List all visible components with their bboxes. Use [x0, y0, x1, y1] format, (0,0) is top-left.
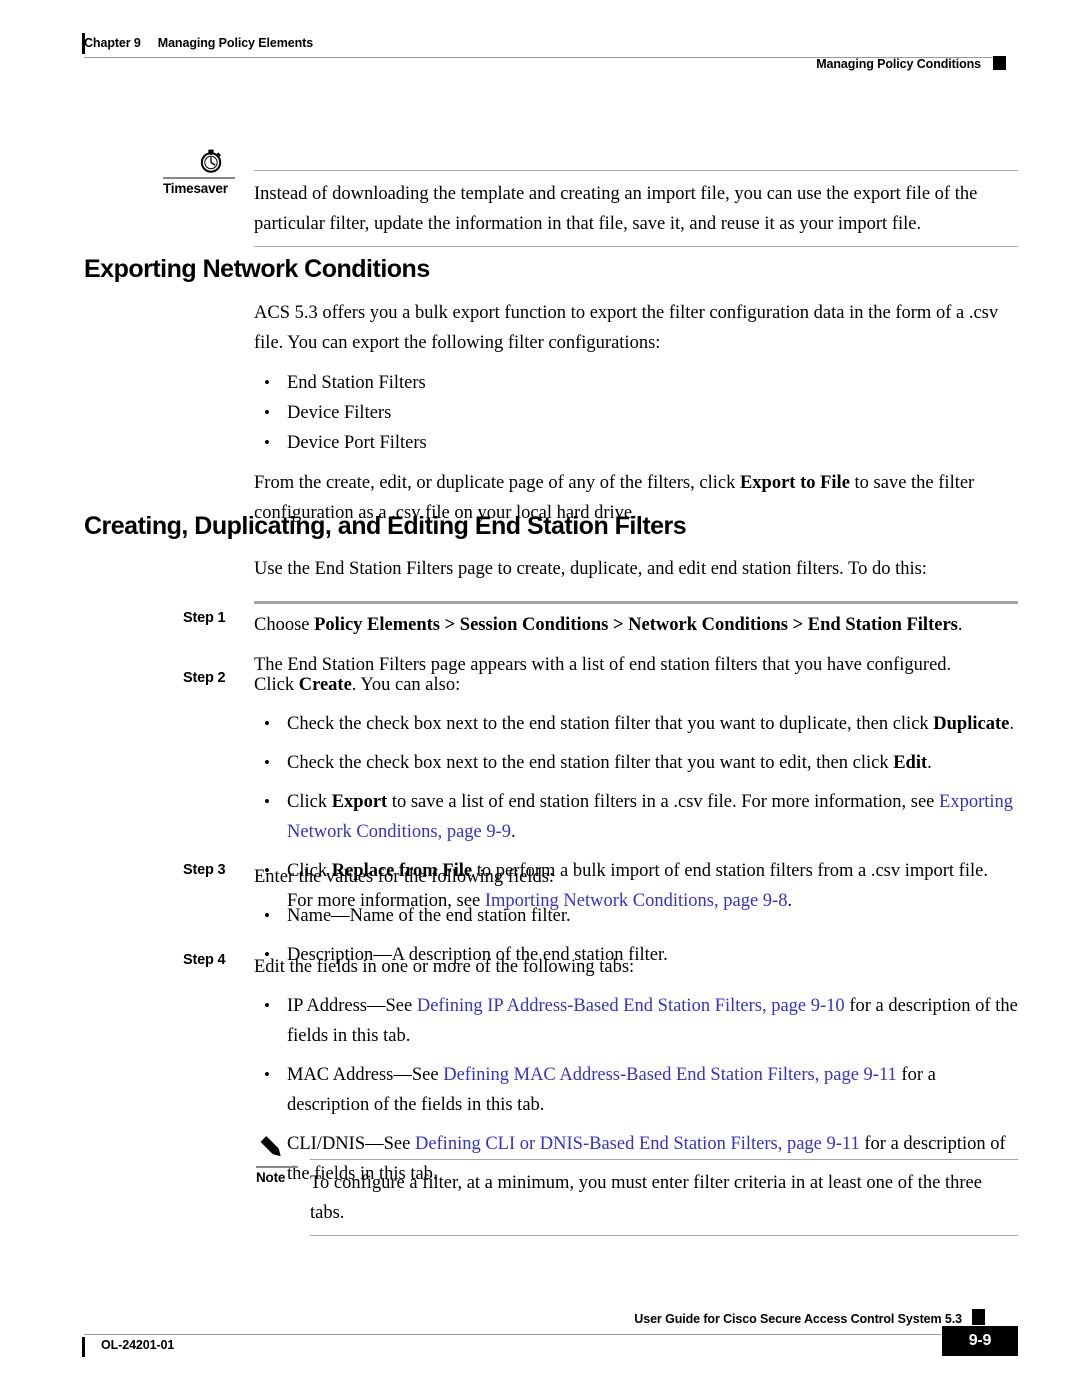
- step-label-3: Step 3: [183, 862, 226, 878]
- export-to-file-label: Export to File: [739, 473, 850, 493]
- header-chapter-title: Managing Policy Elements: [157, 36, 314, 50]
- footer-doc-id: OL-24201-01: [101, 1338, 175, 1352]
- footer-guide-title: User Guide for Cisco Secure Access Contr…: [634, 1312, 962, 1326]
- note-text: To configure a filter, at a minimum, you…: [310, 1159, 1018, 1236]
- header-chapter-number: Chapter 9: [84, 36, 141, 50]
- step-text-1: Choose Policy Elements > Session Conditi…: [254, 610, 1018, 640]
- edit-button-label: Edit: [893, 753, 928, 773]
- steps-top-rule: [254, 601, 1018, 604]
- note-admonition: Note To configure a filter, at a minimum…: [0, 1134, 1080, 1236]
- list-item: Click Export to save a list of end stati…: [254, 787, 1018, 847]
- section1-intro: ACS 5.3 offers you a bulk export functio…: [254, 303, 999, 353]
- note-body: To configure a filter, at a minimum, you…: [310, 1159, 1018, 1236]
- s4b1-pre: IP Address—See: [287, 996, 417, 1016]
- list-item: Device Port Filters: [254, 428, 1018, 458]
- s4b2-pre: MAC Address—See: [287, 1065, 444, 1085]
- section1-closing-lead: From the create, edit, or duplicate page…: [254, 473, 740, 493]
- step-label-4: Step 4: [183, 952, 226, 968]
- step2-lead: Click: [254, 675, 299, 695]
- note-label-underline: [256, 1166, 298, 1168]
- b3-after: .: [511, 822, 516, 842]
- list-item: Check the check box next to the end stat…: [254, 709, 1018, 739]
- b3-post: to save a list of end station filters in…: [387, 792, 940, 812]
- list-item: Check the check box next to the end stat…: [254, 748, 1018, 778]
- note-label: Note: [256, 1170, 286, 1185]
- duplicate-button-label: Duplicate: [933, 714, 1010, 734]
- step-text-4: Edit the fields in one or more of the fo…: [254, 957, 635, 977]
- list-item: Device Filters: [254, 398, 1018, 428]
- step-text-2: Click Create. You can also:: [254, 670, 1018, 700]
- list-item: MAC Address—See Defining MAC Address-Bas…: [254, 1060, 1018, 1120]
- stopwatch-icon: [196, 145, 226, 180]
- timesaver-label-underline: [163, 177, 235, 179]
- list-item: IP Address—See Defining IP Address-Based…: [254, 991, 1018, 1051]
- step2-tail: . You can also:: [351, 675, 461, 695]
- timesaver-admonition: Timesaver Instead of downloading the tem…: [0, 145, 1080, 247]
- header-black-square: [993, 56, 1006, 70]
- section1-body: ACS 5.3 offers you a bulk export functio…: [0, 298, 1080, 528]
- step-text-3: Enter the values for the following field…: [254, 867, 555, 887]
- page-header: Chapter 9 Managing Policy Elements Manag…: [0, 0, 1080, 86]
- list-item: End Station Filters: [254, 368, 1018, 398]
- b1-pre: Check the check box next to the end stat…: [287, 714, 934, 734]
- section2-intro: Use the End Station Filters page to crea…: [254, 559, 927, 579]
- pencil-icon: [258, 1134, 288, 1169]
- step-label-1: Step 1: [183, 610, 226, 626]
- section-heading-exporting: Exporting Network Conditions: [84, 255, 430, 283]
- step1-menu-path: Policy Elements > Session Conditions > N…: [314, 615, 958, 635]
- section2-intro-wrap: Use the End Station Filters page to crea…: [0, 554, 1080, 584]
- footer-page-number: 9-9: [942, 1326, 1018, 1356]
- export-button-label: Export: [331, 792, 388, 812]
- timesaver-body: Instead of downloading the template and …: [254, 170, 1018, 247]
- list-item: Name—Name of the end station filter.: [254, 901, 1018, 931]
- step1-lead: Choose: [254, 615, 315, 635]
- timesaver-label: Timesaver: [163, 181, 228, 196]
- footer-tick-mark: [82, 1337, 85, 1357]
- xref-defining-ip-address-based-filters[interactable]: Defining IP Address-Based End Station Fi…: [417, 996, 845, 1016]
- timesaver-text: Instead of downloading the template and …: [254, 170, 1018, 247]
- b1-post: .: [1009, 714, 1014, 734]
- step1-tail: .: [957, 615, 963, 635]
- header-running-head: Managing Policy Conditions: [816, 57, 981, 71]
- create-button-label: Create: [298, 675, 352, 695]
- section1-bullet-list: End Station Filters Device Filters Devic…: [254, 368, 1018, 458]
- footer-rule: [84, 1334, 1005, 1335]
- footer-black-square: [972, 1309, 985, 1325]
- document-page: Chapter 9 Managing Policy Elements Manag…: [0, 0, 1080, 1397]
- step-label-2: Step 2: [183, 670, 226, 686]
- xref-defining-mac-address-based-filters[interactable]: Defining MAC Address-Based End Station F…: [443, 1065, 897, 1085]
- header-chapter-line: Chapter 9 Managing Policy Elements: [84, 36, 313, 50]
- b2-post: .: [927, 753, 932, 773]
- section-heading-creating: Creating, Duplicating, and Editing End S…: [84, 512, 687, 540]
- b2-pre: Check the check box next to the end stat…: [287, 753, 894, 773]
- b3-pre: Click: [287, 792, 332, 812]
